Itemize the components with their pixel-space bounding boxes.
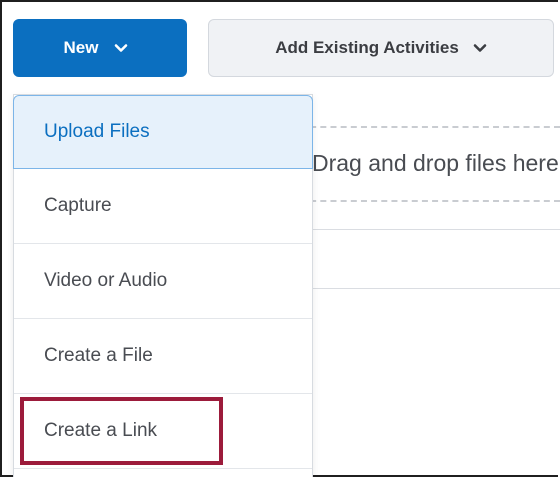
- new-button[interactable]: New: [13, 19, 187, 77]
- menu-item-capture[interactable]: Capture: [14, 169, 312, 244]
- drop-zone-text: Drag and drop files here to: [312, 150, 560, 176]
- menu-item-label: Upload Files: [44, 121, 150, 142]
- menu-item-label: Capture: [44, 195, 112, 216]
- drop-zone-border-bottom: [300, 200, 560, 202]
- file-drop-zone[interactable]: Drag and drop files here to: [300, 126, 560, 206]
- new-dropdown-menu: Upload Files Capture Video or Audio Crea…: [13, 94, 313, 477]
- add-existing-activities-button[interactable]: Add Existing Activities: [208, 19, 554, 77]
- menu-item-label: Video or Audio: [44, 270, 168, 291]
- chevron-down-icon: [473, 41, 487, 55]
- menu-item-upload-files[interactable]: Upload Files: [13, 95, 313, 169]
- chevron-down-icon: [114, 41, 128, 55]
- menu-item-create-a-file[interactable]: Create a File: [14, 319, 312, 394]
- divider: [300, 288, 560, 289]
- menu-item-create-a-link[interactable]: Create a Link: [14, 394, 312, 469]
- new-button-label: New: [63, 38, 99, 57]
- menu-item-video-or-audio[interactable]: Video or Audio: [14, 244, 312, 319]
- menu-item-label: Create a Link: [44, 420, 158, 441]
- divider: [300, 229, 560, 230]
- drop-zone-border-top: [300, 126, 560, 128]
- menu-item-label: Create a File: [44, 345, 153, 366]
- add-existing-activities-label: Add Existing Activities: [275, 38, 459, 57]
